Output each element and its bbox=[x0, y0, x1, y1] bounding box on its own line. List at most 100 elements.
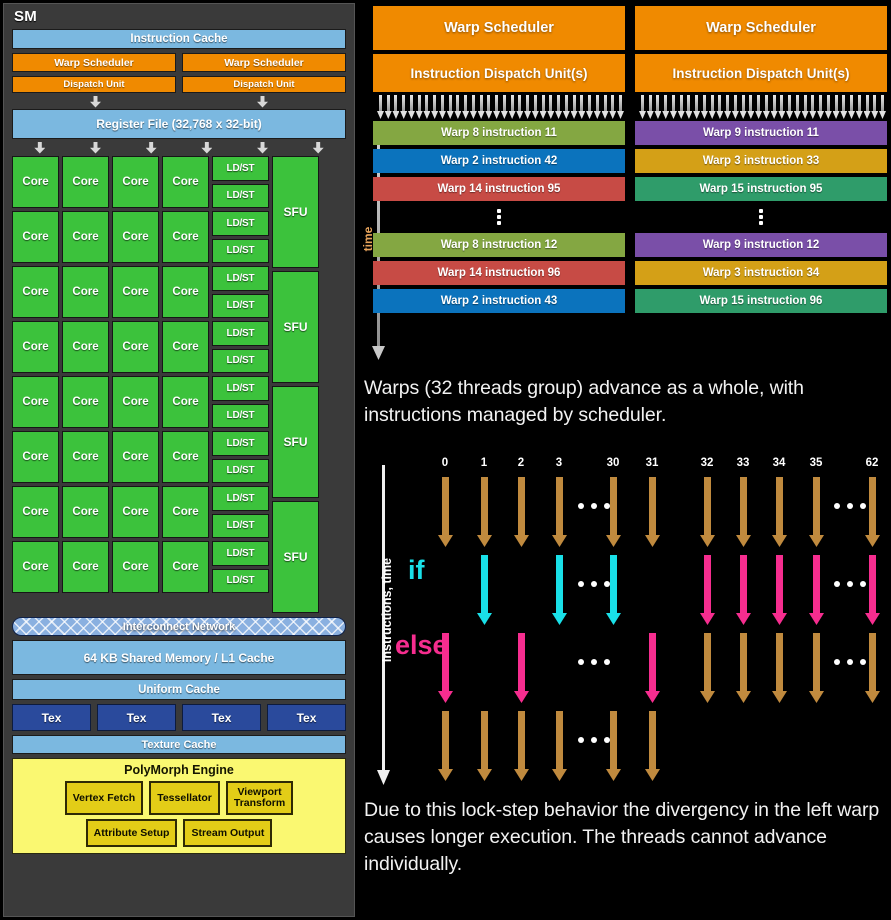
cores-column: Core Core Core Core Core Core Core Core Core Core… bbox=[12, 156, 209, 613]
dispatch-arrow-icon bbox=[593, 95, 601, 119]
thread-number-label: 32 bbox=[700, 457, 714, 469]
core-box: Core bbox=[62, 156, 109, 208]
core-box: Core bbox=[162, 266, 209, 318]
warp-instruction-rows-right: Warp 9 instruction 11 Warp 3 instruction … bbox=[635, 121, 887, 313]
core-box: Core bbox=[112, 431, 159, 483]
tex-unit-1: Tex bbox=[97, 704, 176, 731]
dispatch-arrow-icon bbox=[609, 95, 617, 119]
polymorph-row-2: Attribute Setup Stream Output bbox=[18, 819, 340, 847]
thread-arrow-else-magenta bbox=[772, 555, 787, 625]
dispatch-arrows-right bbox=[635, 95, 887, 119]
polymorph-row-1: Vertex Fetch Tessellator Viewport Transf… bbox=[18, 781, 340, 815]
dispatch-arrow-icon bbox=[863, 95, 871, 119]
dispatch-arrow-icon bbox=[879, 95, 886, 119]
dispatch-unit-0: Dispatch Unit bbox=[12, 76, 176, 93]
dispatch-arrow-icon bbox=[669, 95, 677, 119]
dispatch-arrows-left bbox=[373, 95, 625, 119]
horizontal-ellipsis-icon bbox=[578, 503, 610, 509]
if-label: if bbox=[408, 555, 425, 585]
stream-output-box: Stream Output bbox=[183, 819, 273, 847]
thread-number-label: 33 bbox=[736, 457, 750, 469]
thread-arrow-brown bbox=[700, 633, 715, 703]
thread-arrow-else-magenta bbox=[700, 555, 715, 625]
ldst-box: LD/ST bbox=[212, 486, 269, 511]
core-row: Core Core Core Core bbox=[12, 376, 209, 428]
dispatch-arrow-icon bbox=[423, 95, 431, 119]
core-box: Core bbox=[12, 156, 59, 208]
divergence-diagram: Instructions, time 01233031323334356263 bbox=[360, 455, 891, 795]
warp-instruction-row: Warp 9 instruction 11 bbox=[635, 121, 887, 145]
thread-arrow-brown bbox=[477, 711, 492, 781]
dispatch-arrow-icon bbox=[438, 95, 446, 119]
thread-number-label: 35 bbox=[809, 457, 823, 469]
ldst-box: LD/ST bbox=[212, 183, 269, 208]
register-file-block: Register File (32,768 x 32-bit) bbox=[12, 109, 346, 139]
core-box: Core bbox=[62, 321, 109, 373]
dispatch-arrow-icon bbox=[446, 95, 454, 119]
core-box: Core bbox=[12, 211, 59, 263]
warp-instruction-row: Warp 15 instruction 95 bbox=[635, 177, 887, 201]
warp-column-right: Warp Scheduler Instruction Dispatch Unit… bbox=[635, 6, 887, 317]
thread-number-label: 0 bbox=[441, 457, 449, 469]
thread-number-label: 31 bbox=[645, 457, 659, 469]
core-box: Core bbox=[162, 376, 209, 428]
core-box: Core bbox=[12, 266, 59, 318]
dispatch-arrow-icon bbox=[431, 95, 439, 119]
ldst-box: LD/ST bbox=[212, 348, 269, 373]
thread-arrow-brown bbox=[736, 477, 751, 547]
dispatch-arrow-icon bbox=[384, 95, 392, 119]
warp-scheduler-left: Warp Scheduler bbox=[373, 6, 625, 50]
else-label: else bbox=[395, 630, 448, 660]
core-row: Core Core Core Core bbox=[12, 431, 209, 483]
core-box: Core bbox=[62, 211, 109, 263]
core-row: Core Core Core Core bbox=[12, 211, 209, 263]
horizontal-ellipsis-icon bbox=[578, 659, 610, 665]
thread-arrow-brown bbox=[438, 477, 453, 547]
shared-memory-block: 64 KB Shared Memory / L1 Cache bbox=[12, 640, 346, 675]
thread-arrow-brown bbox=[477, 477, 492, 547]
attribute-setup-box: Attribute Setup bbox=[85, 819, 178, 847]
thread-arrow-brown bbox=[865, 633, 880, 703]
thread-arrow-else-magenta bbox=[514, 633, 529, 703]
vertex-fetch-box: Vertex Fetch bbox=[64, 781, 144, 815]
caption-divergency: Due to this lock-step behavior the diver… bbox=[364, 799, 880, 875]
thread-number-label: 62 bbox=[865, 457, 879, 469]
ldst-box: LD/ST bbox=[212, 568, 269, 593]
dispatch-arrow-icon bbox=[586, 95, 594, 119]
sfu-box: SFU bbox=[272, 271, 319, 383]
core-row: Core Core Core Core bbox=[12, 266, 209, 318]
thread-arrow-brown bbox=[514, 711, 529, 781]
warp-instruction-row: Warp 3 instruction 33 bbox=[635, 149, 887, 173]
thread-arrow-brown bbox=[772, 477, 787, 547]
dispatch-arrow-icon bbox=[817, 95, 825, 119]
ldst-group: LD/ST LD/ST bbox=[212, 321, 269, 373]
ldst-box: LD/ST bbox=[212, 293, 269, 318]
warp-row-ellipsis bbox=[373, 205, 625, 229]
thread-number-label: 34 bbox=[772, 457, 786, 469]
warp-scheduler-right: Warp Scheduler bbox=[635, 6, 887, 50]
tex-unit-0: Tex bbox=[12, 704, 91, 731]
dispatch-arrow-icon bbox=[724, 95, 732, 119]
ldst-group: LD/ST LD/ST bbox=[212, 376, 269, 428]
dispatch-arrow-icon bbox=[462, 95, 470, 119]
dispatch-to-regfile-arrows bbox=[12, 95, 346, 108]
instructions-time-axis-arrow-icon bbox=[377, 770, 390, 785]
ldst-box: LD/ST bbox=[212, 403, 269, 428]
thread-arrow-else-magenta bbox=[736, 555, 751, 625]
thread-arrow-else-magenta bbox=[809, 555, 824, 625]
dispatch-arrow-icon bbox=[786, 95, 794, 119]
sfu-box: SFU bbox=[272, 156, 319, 268]
thread-arrow-if-cyan bbox=[477, 555, 492, 625]
core-grid: Core Core Core Core Core Core Core Core Core Core… bbox=[12, 156, 346, 613]
dispatch-arrow-icon bbox=[747, 95, 755, 119]
tex-unit-2: Tex bbox=[182, 704, 261, 731]
ldst-box: LD/ST bbox=[212, 238, 269, 263]
warp-column-left: Warp Scheduler Instruction Dispatch Unit… bbox=[373, 6, 625, 317]
core-box: Core bbox=[112, 266, 159, 318]
dispatch-arrow-icon bbox=[677, 95, 685, 119]
horizontal-ellipsis-icon bbox=[834, 659, 866, 665]
down-arrow-icon bbox=[201, 141, 213, 154]
thread-arrow-brown bbox=[606, 711, 621, 781]
core-box: Core bbox=[112, 376, 159, 428]
dispatch-arrow-icon bbox=[477, 95, 485, 119]
